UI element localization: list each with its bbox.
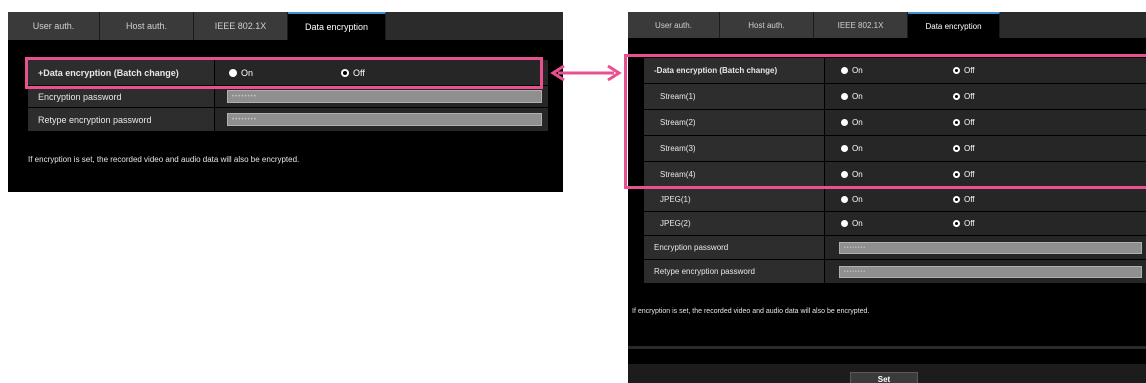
set-button[interactable]: Set [850, 372, 918, 383]
jpeg1-off-radio[interactable]: Off [953, 195, 975, 204]
right-highlight-box [624, 54, 1146, 189]
jpeg2-label: JPEG(2) [644, 212, 824, 236]
tab-bar-filler [1000, 12, 1146, 38]
jpeg1-row: JPEG(1) On Off [644, 188, 1146, 212]
tab-ieee-8021x[interactable]: IEEE 802.1X [814, 12, 908, 38]
encryption-password-label: Encryption password [644, 236, 824, 260]
radio-icon [953, 220, 960, 227]
jpeg2-off-label: Off [964, 219, 975, 228]
encryption-password-label: Encryption password [28, 86, 214, 108]
jpeg1-on-radio[interactable]: On [841, 195, 863, 204]
jpeg1-off-label: Off [964, 195, 975, 204]
retype-password-cell: •••••••• [214, 108, 548, 132]
left-highlight-box [25, 57, 543, 89]
tab-data-encryption[interactable]: Data encryption [288, 12, 386, 40]
radio-icon [953, 196, 960, 203]
retype-password-label: Retype encryption password [644, 260, 824, 284]
jpeg2-off-radio[interactable]: Off [953, 219, 975, 228]
tab-host-auth[interactable]: Host auth. [720, 12, 814, 38]
radio-selected-icon [841, 196, 848, 203]
retype-password-row: Retype encryption password •••••••• [28, 108, 548, 132]
retype-password-field[interactable]: •••••••• [839, 265, 1142, 278]
encryption-password-row: Encryption password •••••••• [28, 86, 548, 108]
divider [628, 346, 1146, 349]
tab-bar-filler [386, 12, 563, 40]
retype-password-field[interactable]: •••••••• [227, 113, 542, 126]
radio-selected-icon [841, 220, 848, 227]
left-settings-panel: User auth. Host auth. IEEE 802.1X Data e… [8, 12, 563, 192]
tab-user-auth[interactable]: User auth. [628, 12, 720, 38]
jpeg1-options: On Off [824, 188, 1146, 212]
encryption-note: If encryption is set, the recorded video… [632, 308, 870, 315]
jpeg1-on-label: On [852, 195, 863, 204]
encryption-password-row: Encryption password •••••••• [644, 236, 1146, 260]
jpeg2-options: On Off [824, 212, 1146, 236]
jpeg1-label: JPEG(1) [644, 188, 824, 212]
tab-host-auth[interactable]: Host auth. [100, 12, 194, 40]
jpeg2-row: JPEG(2) On Off [644, 212, 1146, 236]
encryption-password-field[interactable]: •••••••• [839, 241, 1142, 254]
tab-user-auth[interactable]: User auth. [8, 12, 100, 40]
right-tab-bar: User auth. Host auth. IEEE 802.1X Data e… [628, 12, 1146, 38]
encryption-note: If encryption is set, the recorded video… [28, 155, 300, 164]
tab-ieee-8021x[interactable]: IEEE 802.1X [194, 12, 288, 40]
encryption-password-field[interactable]: •••••••• [227, 90, 542, 103]
retype-password-label: Retype encryption password [28, 108, 214, 132]
retype-password-cell: •••••••• [824, 260, 1146, 284]
left-tab-bar: User auth. Host auth. IEEE 802.1X Data e… [8, 12, 563, 40]
jpeg2-on-label: On [852, 219, 863, 228]
retype-password-row: Retype encryption password •••••••• [644, 260, 1146, 284]
encryption-password-cell: •••••••• [214, 86, 548, 108]
jpeg2-on-radio[interactable]: On [841, 219, 863, 228]
tab-data-encryption[interactable]: Data encryption [908, 12, 1000, 38]
double-arrow-icon [548, 64, 624, 82]
encryption-password-cell: •••••••• [824, 236, 1146, 260]
